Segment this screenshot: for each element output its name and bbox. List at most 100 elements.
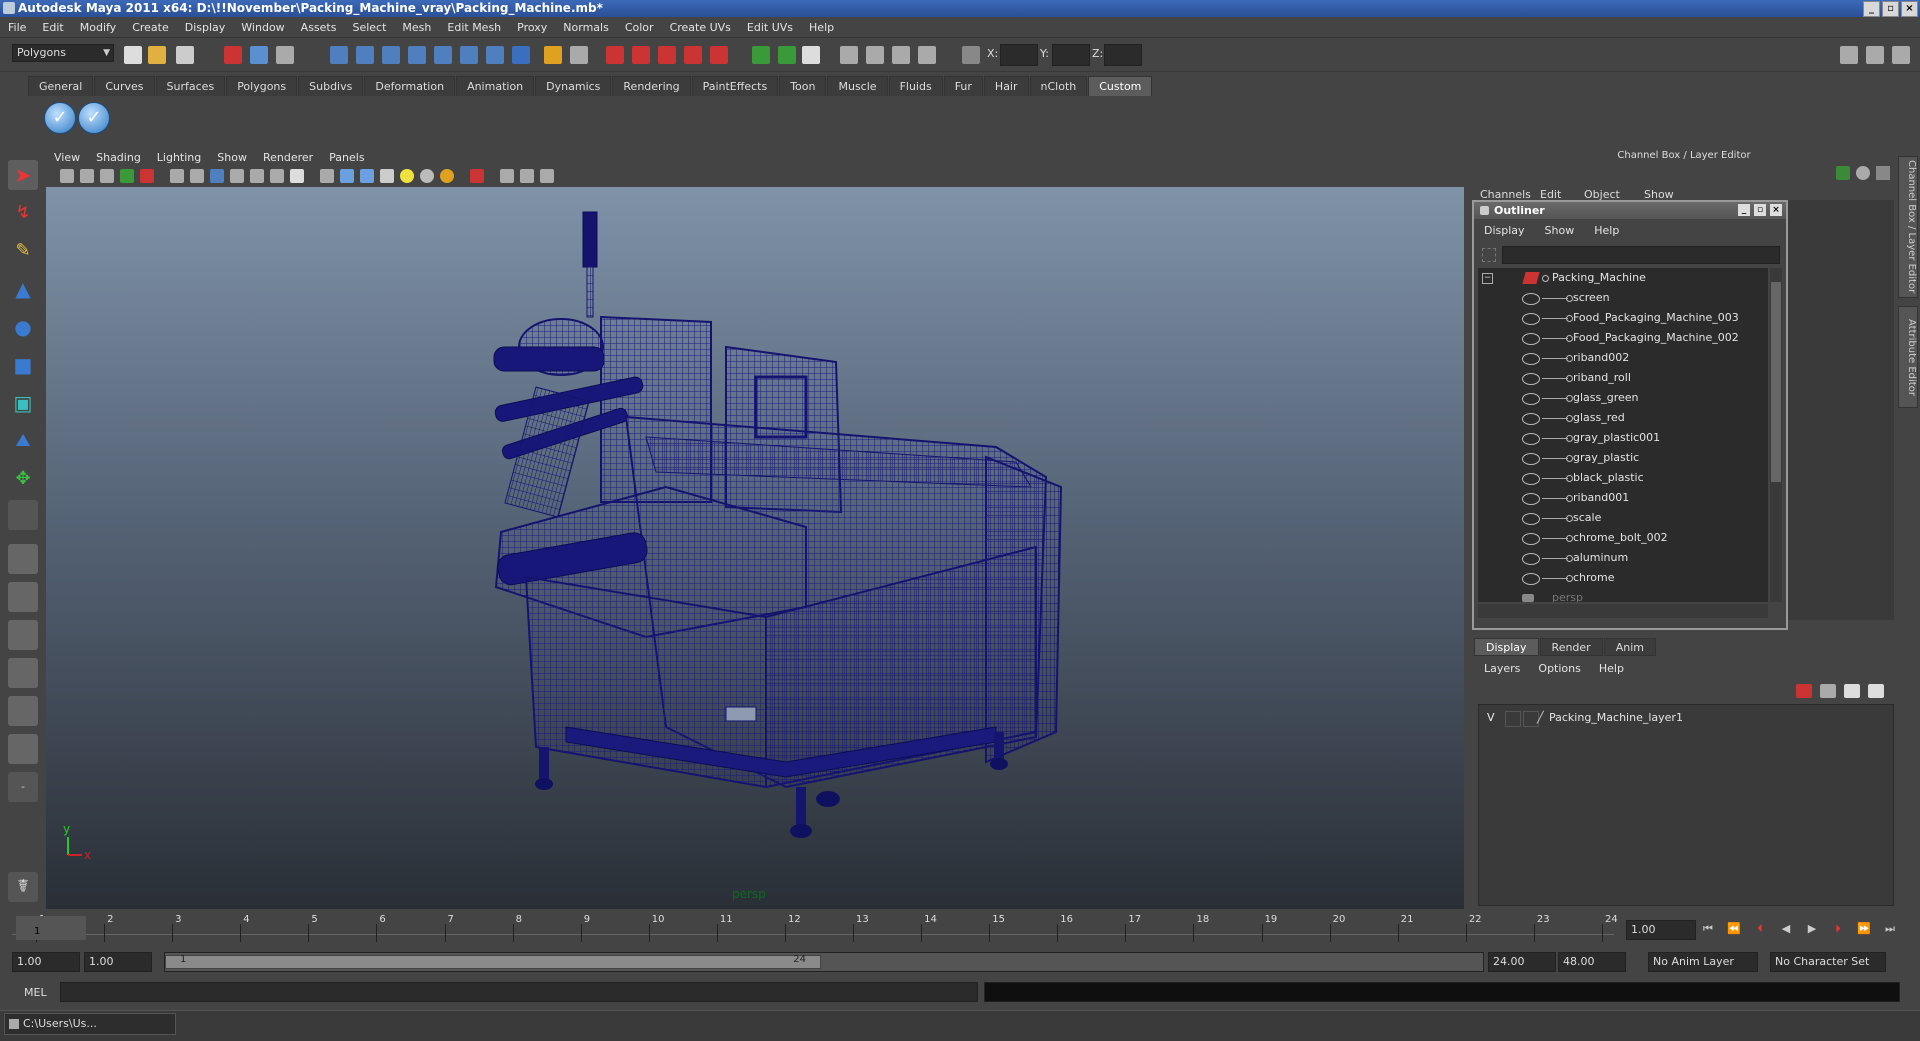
move-layer-down-icon[interactable] (1820, 684, 1836, 698)
viewport-menu-show[interactable]: Show (209, 151, 255, 164)
attribute-editor-toggle-icon[interactable] (1892, 46, 1910, 64)
time-slider[interactable]: 123456789101112131415161718192021222324 (12, 914, 1618, 942)
outliner-item[interactable]: gray_plastic (1478, 448, 1768, 468)
attribute-toggle-icon[interactable] (866, 46, 884, 64)
outliner-root-row[interactable]: − Packing_Machine (1478, 268, 1768, 288)
anim-layer-dropdown[interactable]: No Anim Layer (1648, 952, 1758, 972)
rotate-tool-icon[interactable]: ● (8, 312, 38, 342)
outliner-item[interactable]: screen (1478, 288, 1768, 308)
xray-icon[interactable] (500, 169, 514, 183)
step-back-key-icon[interactable]: ⏪ (1726, 922, 1742, 936)
outliner-item[interactable]: scale (1478, 508, 1768, 528)
outliner-maximize-button[interactable]: ▫ (1754, 204, 1766, 216)
shelf-tab-toon[interactable]: Toon (779, 76, 827, 96)
image-plane-icon[interactable] (120, 169, 134, 183)
menu-color[interactable]: Color (617, 21, 662, 34)
persp-graph-layout-icon[interactable] (8, 658, 38, 688)
outliner-item[interactable]: aluminum (1478, 548, 1768, 568)
menu-edit-mesh[interactable]: Edit Mesh (439, 21, 509, 34)
select-highlight-icon[interactable] (570, 46, 588, 64)
playback-end-field[interactable]: 24.00 (1488, 952, 1556, 972)
menu-window[interactable]: Window (233, 21, 292, 34)
paint-select-tool-icon[interactable]: ✎ (8, 236, 38, 266)
minimize-button[interactable]: _ (1863, 1, 1880, 17)
open-scene-icon[interactable] (148, 46, 166, 64)
layer-playback-toggle[interactable] (1505, 711, 1521, 727)
shelf-tab-polygons[interactable]: Polygons (226, 76, 298, 96)
new-scene-icon[interactable] (124, 46, 142, 64)
default-light-icon[interactable] (400, 169, 414, 183)
smooth-shade-icon[interactable] (340, 169, 354, 183)
shelf-tab-fluids[interactable]: Fluids (888, 76, 943, 96)
snap-grid-icon[interactable] (330, 46, 348, 64)
layout-toggle-icon[interactable] (1840, 46, 1858, 64)
menu-modify[interactable]: Modify (72, 21, 124, 34)
menu-edit[interactable]: Edit (34, 21, 71, 34)
hypershade-layout-icon[interactable] (8, 696, 38, 726)
outliner-menu-display[interactable]: Display (1474, 222, 1535, 240)
shelf-tab-custom[interactable]: Custom (1088, 76, 1153, 96)
input-line-icon[interactable] (752, 46, 770, 64)
shelf-tab-fur[interactable]: Fur (943, 76, 983, 96)
menu-display[interactable]: Display (177, 21, 234, 34)
layer-row[interactable]: V ╱ Packing_Machine_layer1 (1483, 709, 1887, 727)
select-object-icon[interactable] (250, 46, 268, 64)
layer-color-swatch[interactable]: ╱ (1537, 709, 1544, 727)
outliner-item[interactable]: glass_red (1478, 408, 1768, 428)
step-forward-frame-icon[interactable]: ⏵ (1830, 922, 1846, 936)
camera-attributes-icon[interactable] (80, 169, 94, 183)
wireframe-icon[interactable] (320, 169, 334, 183)
select-component-icon[interactable] (276, 46, 294, 64)
outliner-filter-icon[interactable] (1482, 248, 1496, 262)
xray-joints-icon[interactable] (520, 169, 534, 183)
command-language-label[interactable]: MEL (24, 986, 47, 999)
menu-proxy[interactable]: Proxy (509, 21, 555, 34)
render-view-icon[interactable] (710, 46, 728, 64)
channel-box-pin-icon[interactable] (1876, 166, 1890, 180)
history-icon[interactable] (486, 46, 504, 64)
gate-mask-icon[interactable] (230, 169, 244, 183)
shelf-tab-dynamics[interactable]: Dynamics (535, 76, 612, 96)
isolate-select-icon[interactable] (470, 169, 484, 183)
menu-select[interactable]: Select (344, 21, 394, 34)
shelf-tab-painteffects[interactable]: PaintEffects (691, 76, 779, 96)
wireframe-on-shaded-icon[interactable] (360, 169, 374, 183)
field-chart-icon[interactable] (250, 169, 264, 183)
tool-settings-icon[interactable] (892, 46, 910, 64)
viewport-menu-panels[interactable]: Panels (321, 151, 372, 164)
snap-view-icon[interactable] (460, 46, 478, 64)
custom-shelf-checkmark-icon[interactable]: ✓ (44, 102, 76, 134)
menu-create[interactable]: Create (124, 21, 177, 34)
ipr-render-icon[interactable] (632, 46, 650, 64)
outliner-scroll-thumb[interactable] (1771, 282, 1781, 482)
show-manipulator-icon[interactable]: ✥ (8, 464, 38, 494)
shelf-tab-ncloth[interactable]: nCloth (1029, 76, 1088, 96)
layer-tab-render[interactable]: Render (1539, 638, 1603, 656)
persp-outliner-layout-icon[interactable] (8, 620, 38, 650)
menu-normals[interactable]: Normals (555, 21, 617, 34)
outliner-menu-help[interactable]: Help (1584, 222, 1629, 240)
new-layer-selected-icon[interactable] (1868, 684, 1884, 698)
end-time-field[interactable]: 48.00 (1558, 952, 1626, 972)
shelf-tab-subdivs[interactable]: Subdivs (298, 76, 364, 96)
outliner-horizontal-scrollbar[interactable] (1478, 604, 1768, 618)
maximize-button[interactable]: ▫ (1882, 1, 1899, 17)
show-hide-icon[interactable] (840, 46, 858, 64)
x-field[interactable] (1000, 44, 1038, 66)
select-hierarchy-icon[interactable] (224, 46, 242, 64)
step-back-frame-icon[interactable]: ⏴ (1752, 922, 1768, 936)
snap-surface-icon[interactable] (434, 46, 452, 64)
menu-file[interactable]: File (0, 21, 34, 34)
outliner-item[interactable]: chrome (1478, 568, 1768, 588)
safe-title-icon[interactable] (290, 169, 304, 183)
notes-icon[interactable] (802, 46, 820, 64)
playback-start-field[interactable]: 1.00 (84, 952, 152, 972)
collapse-icon[interactable]: − (1482, 273, 1493, 284)
outliner-minimize-button[interactable]: _ (1738, 204, 1750, 216)
lasso-tool-icon[interactable]: ↯ (8, 198, 38, 228)
go-to-end-icon[interactable]: ⏭ (1882, 922, 1898, 936)
viewport-menu-shading[interactable]: Shading (88, 151, 149, 164)
layer-visibility-toggle[interactable]: V (1487, 709, 1495, 727)
render-settings-icon[interactable] (658, 46, 676, 64)
outliner-item[interactable]: riband001 (1478, 488, 1768, 508)
